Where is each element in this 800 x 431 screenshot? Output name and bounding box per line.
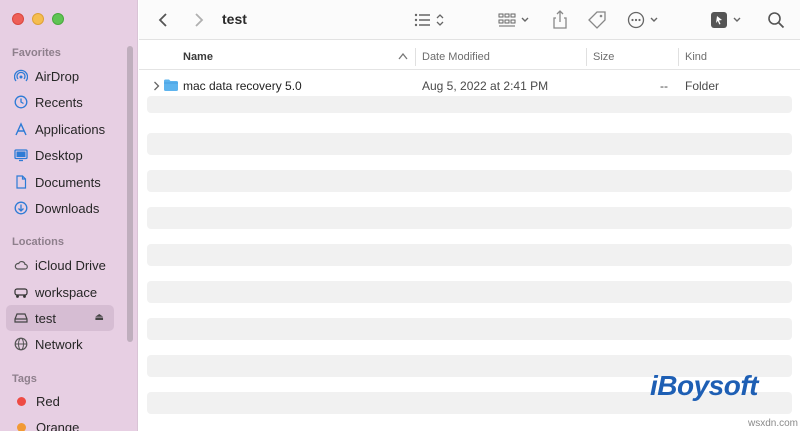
toolbar: test: [139, 0, 800, 40]
close-window-button[interactable]: [12, 13, 24, 25]
network-drive-icon: [14, 285, 28, 299]
document-icon: [14, 175, 28, 189]
sidebar-item-network[interactable]: Network: [6, 331, 114, 357]
sidebar-item-label: iCloud Drive: [35, 257, 106, 273]
column-header-name[interactable]: Name: [183, 51, 213, 63]
tag-button[interactable]: [585, 0, 609, 40]
tag-icon: [588, 11, 606, 29]
sidebar-section-locations: Locations: [12, 236, 64, 248]
sidebar-item-applications[interactable]: Applications: [6, 116, 114, 142]
empty-row-stripe: [147, 244, 792, 266]
sidebar-item-airdrop[interactable]: AirDrop: [6, 63, 114, 89]
zoom-window-button[interactable]: [52, 13, 64, 25]
file-date-modified: Aug 5, 2022 at 2:41 PM: [422, 79, 549, 93]
desktop-icon: [14, 148, 28, 162]
search-button[interactable]: [765, 0, 787, 40]
file-kind: Folder: [685, 79, 720, 93]
minimize-window-button[interactable]: [32, 13, 44, 25]
tag-red-dot-icon: [17, 396, 26, 406]
sidebar-item-label: workspace: [35, 284, 98, 300]
column-divider[interactable]: [415, 48, 416, 66]
sidebar-item-workspace[interactable]: workspace: [6, 279, 114, 305]
empty-row-stripe: [147, 318, 792, 340]
tag-orange-dot-icon: [17, 422, 26, 431]
empty-row-stripe: [147, 281, 792, 303]
sidebar-item-icloud-drive[interactable]: iCloud Drive: [6, 252, 114, 278]
column-header-bar: Name Date Modified Size Kind: [139, 44, 800, 70]
group-button[interactable]: [496, 0, 536, 40]
sidebar-item-label: Red: [36, 393, 60, 409]
forward-button[interactable]: [189, 0, 209, 40]
sidebar-item-documents[interactable]: Documents: [6, 169, 114, 195]
sidebar-item-tag-red[interactable]: Red: [6, 388, 114, 414]
sidebar-item-desktop[interactable]: Desktop: [6, 142, 114, 168]
disk-icon: [14, 311, 28, 325]
action-menu-button[interactable]: [625, 0, 665, 40]
sidebar-item-test[interactable]: test ⏏: [6, 305, 114, 331]
empty-row-stripe: [147, 170, 792, 192]
download-icon: [14, 201, 28, 215]
empty-row-stripe: [147, 133, 792, 155]
sidebar-item-label: test: [35, 310, 56, 326]
site-watermark: wsxdn.com: [748, 418, 799, 429]
column-header-date-modified[interactable]: Date Modified: [422, 51, 490, 63]
sidebar-item-label: Network: [35, 336, 83, 352]
sidebar-section-tags: Tags: [12, 373, 37, 385]
file-name: mac data recovery 5.0: [183, 79, 302, 93]
sidebar: Favorites AirDrop Recents Applications D…: [0, 0, 138, 431]
grid-group-icon: [498, 13, 529, 27]
more-options-icon: [627, 11, 658, 29]
chevron-left-icon: [158, 13, 167, 27]
sidebar-item-downloads[interactable]: Downloads: [6, 195, 114, 221]
network-globe-icon: [14, 337, 28, 351]
sidebar-item-label: Documents: [35, 174, 101, 190]
sort-ascending-icon: [398, 53, 408, 60]
share-icon: [553, 10, 567, 29]
sidebar-section-favorites: Favorites: [12, 47, 61, 59]
airdrop-icon: [14, 69, 28, 83]
folder-icon: [164, 79, 178, 91]
sidebar-item-tag-orange[interactable]: Orange: [6, 414, 114, 431]
iboysoft-watermark: iBoysoft: [650, 370, 759, 401]
preview-pane-icon: [711, 12, 741, 28]
disclosure-chevron-icon[interactable]: [153, 81, 160, 91]
sidebar-scrollbar[interactable]: [127, 46, 133, 342]
back-button[interactable]: [153, 0, 173, 40]
sidebar-item-label: Orange: [36, 419, 80, 431]
window-controls: [12, 13, 64, 25]
window-title: test: [222, 11, 247, 27]
file-row[interactable]: mac data recovery 5.0 Aug 5, 2022 at 2:4…: [147, 75, 792, 97]
sidebar-item-label: Applications: [35, 121, 106, 137]
cloud-icon: [14, 258, 28, 272]
sidebar-item-label: AirDrop: [35, 68, 80, 84]
sidebar-item-label: Recents: [35, 94, 83, 110]
list-view-icon: [414, 13, 444, 27]
preview-button[interactable]: [708, 0, 748, 40]
view-options-button[interactable]: [411, 0, 451, 40]
chevron-right-icon: [195, 13, 204, 27]
clock-icon: [14, 95, 28, 109]
share-button[interactable]: [549, 0, 571, 40]
search-icon: [768, 12, 785, 29]
column-header-size[interactable]: Size: [593, 51, 614, 63]
empty-row-stripe: [147, 207, 792, 229]
column-header-kind[interactable]: Kind: [685, 51, 707, 63]
sidebar-item-recents[interactable]: Recents: [6, 89, 114, 115]
file-size: --: [660, 79, 668, 93]
column-divider[interactable]: [678, 48, 679, 66]
column-divider[interactable]: [586, 48, 587, 66]
empty-row-stripe: [147, 96, 792, 113]
sidebar-item-label: Desktop: [35, 147, 83, 163]
eject-icon[interactable]: ⏏: [95, 312, 104, 323]
sidebar-item-label: Downloads: [35, 200, 100, 216]
applications-icon: [14, 122, 28, 136]
